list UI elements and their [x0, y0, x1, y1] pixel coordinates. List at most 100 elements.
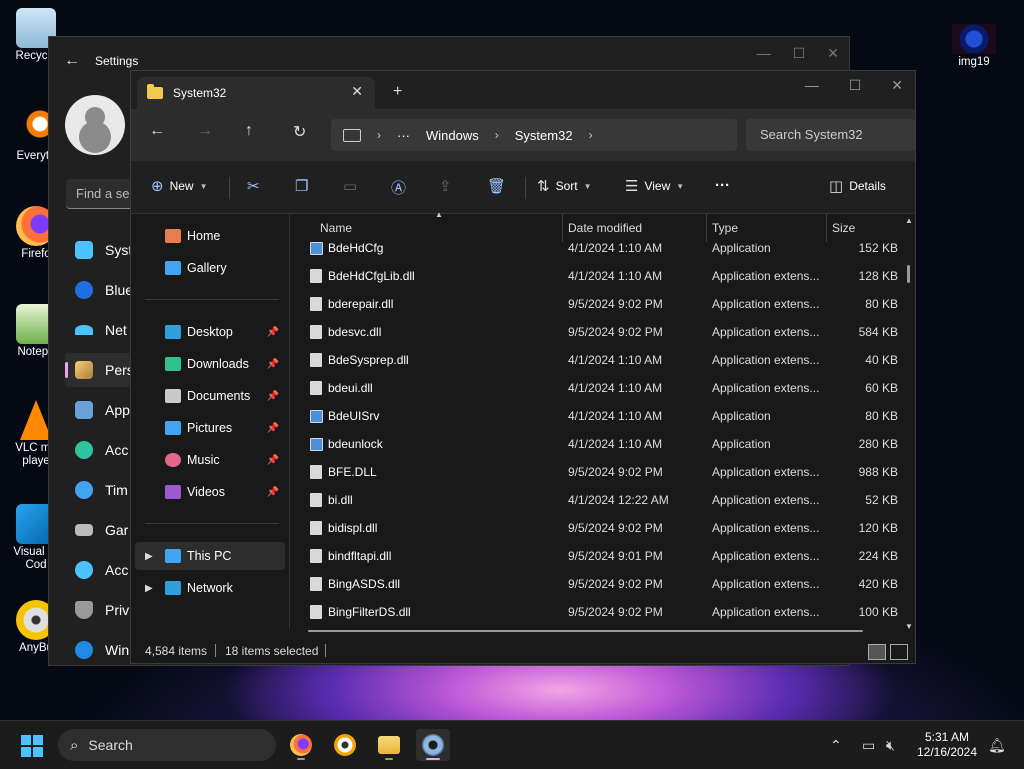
settings-nav-accessibility[interactable]: Acc [65, 553, 135, 587]
taskbar-media-app[interactable] [328, 729, 362, 761]
cut-button[interactable]: ✂ [247, 177, 260, 195]
back-arrow-icon[interactable]: ← [49, 52, 95, 70]
refresh-icon[interactable]: ↻ [293, 122, 306, 142]
taskbar-settings[interactable] [416, 729, 450, 761]
up-arrow-icon[interactable]: ↑ [245, 122, 253, 140]
nav-documents[interactable]: Documents 📌 [135, 382, 285, 410]
table-row[interactable]: bdeunlock 4/1/2024 1:10 AM Application 280 … [290, 430, 900, 458]
settings-nav-personalization[interactable]: Pers [65, 353, 135, 387]
chevron-right-icon[interactable]: ▶ [145, 583, 153, 594]
column-type[interactable]: Type [712, 221, 738, 235]
notification-bell-icon[interactable]: 🔔︎ [988, 737, 1006, 754]
more-options-button[interactable]: ··· [715, 177, 730, 194]
network-status-icon[interactable]: ▭ [862, 737, 875, 754]
pin-icon[interactable]: 📌 [267, 455, 279, 466]
column-name[interactable]: Name [320, 221, 352, 235]
close-icon[interactable]: ✕ [891, 77, 903, 94]
taskbar-file-explorer[interactable] [372, 729, 406, 761]
breadcrumb-system32[interactable]: System32 [515, 128, 573, 143]
pin-icon[interactable]: 📌 [267, 487, 279, 498]
scrollbar-thumb[interactable] [907, 265, 910, 283]
speaker-muted-icon[interactable]: 🔇︎ [886, 737, 895, 754]
horizontal-scrollbar[interactable] [308, 630, 863, 632]
taskbar-firefox[interactable] [284, 729, 318, 761]
paste-button[interactable]: ▭ [343, 177, 357, 195]
details-view-icon[interactable] [868, 644, 886, 660]
delete-button[interactable]: 🗑 [487, 177, 506, 195]
settings-nav-accounts[interactable]: Acc [65, 433, 135, 467]
nav-gallery[interactable]: Gallery [135, 254, 285, 282]
details-pane-button[interactable]: ◫ Details [829, 177, 886, 195]
copy-button[interactable]: ❐ [295, 177, 308, 195]
nav-desktop[interactable]: Desktop 📌 [135, 318, 285, 346]
table-row[interactable]: BingFilterDS.dll 9/5/2024 9:02 PM Applicat… [290, 598, 900, 626]
settings-nav-privacy[interactable]: Priv [65, 593, 135, 627]
table-row[interactable]: BdeUISrv 4/1/2024 1:10 AM Application 80 KB [290, 402, 900, 430]
table-row[interactable]: bidispl.dll 9/5/2024 9:02 PM Application e… [290, 514, 900, 542]
back-arrow-icon[interactable]: ← [149, 122, 165, 140]
table-row[interactable]: BdeHdCfg 4/1/2024 1:10 AM Application 152 K… [290, 234, 900, 262]
table-row[interactable]: bdesvc.dll 9/5/2024 9:02 PM Application ex… [290, 318, 900, 346]
table-row[interactable]: bindfltapi.dll 9/5/2024 9:01 PM Applicatio… [290, 542, 900, 570]
chevron-right-icon[interactable]: ▶ [145, 551, 153, 562]
settings-nav-bluetooth[interactable]: Blue [65, 273, 135, 307]
settings-nav-time[interactable]: Tim [65, 473, 135, 507]
pin-icon[interactable]: 📌 [267, 359, 279, 370]
system-clock[interactable]: 5:31 AM 12/16/2024 [912, 730, 982, 760]
chevron-right-icon[interactable]: › [495, 128, 499, 142]
settings-nav-network[interactable]: Net [65, 313, 135, 347]
table-row[interactable]: bi.dll 4/1/2024 12:22 AM Application exten… [290, 486, 900, 514]
breadcrumb-windows[interactable]: Windows [426, 128, 479, 143]
rename-button[interactable]: Ⓐ [391, 177, 406, 198]
table-row[interactable]: BingASDS.dll 9/5/2024 9:02 PM Application … [290, 570, 900, 598]
address-bar[interactable]: › ··· Windows › System32 › [331, 119, 737, 151]
nav-videos[interactable]: Videos 📌 [135, 478, 285, 506]
minimize-icon[interactable]: — [757, 45, 771, 62]
settings-nav-windows-update[interactable]: Win [65, 633, 135, 667]
pin-icon[interactable]: 📌 [267, 423, 279, 434]
user-avatar[interactable] [65, 95, 125, 155]
settings-nav-system[interactable]: Syst [65, 233, 135, 267]
overflow-dots-icon[interactable]: ··· [397, 128, 410, 143]
sort-button[interactable]: ⇅ Sort ▼ [537, 177, 592, 195]
table-row[interactable]: BdeHdCfgLib.dll 4/1/2024 1:10 AM Applicati… [290, 262, 900, 290]
share-button[interactable]: ⇪ [439, 177, 452, 195]
chevron-right-icon[interactable]: › [589, 128, 593, 142]
view-button[interactable]: ☰ View ▼ [625, 177, 684, 195]
chevron-up-icon[interactable]: ⌃ [830, 737, 842, 754]
taskbar-search-box[interactable]: ⌕ Search [58, 729, 276, 761]
new-tab-plus-icon[interactable]: + [393, 83, 402, 101]
tiles-view-icon[interactable] [890, 644, 908, 660]
search-input[interactable]: Search System32 [746, 119, 915, 151]
chevron-right-icon[interactable]: › [377, 128, 381, 142]
nav-this-pc[interactable]: ▶ This PC [135, 542, 285, 570]
table-row[interactable]: BFE.DLL 9/5/2024 9:02 PM Application exten… [290, 458, 900, 486]
table-row[interactable]: bdeui.dll 4/1/2024 1:10 AM Application ext… [290, 374, 900, 402]
settings-nav-gaming[interactable]: Gar [65, 513, 135, 547]
column-size[interactable]: Size [832, 221, 855, 235]
pin-icon[interactable]: 📌 [267, 327, 279, 338]
vertical-scrollbar[interactable]: ▲ ▼ [904, 214, 914, 631]
maximize-icon[interactable]: ☐ [849, 77, 862, 94]
settings-search-input[interactable]: Find a se [66, 179, 136, 209]
nav-downloads[interactable]: Downloads 📌 [135, 350, 285, 378]
windows-start-icon[interactable] [21, 735, 43, 757]
nav-home[interactable]: Home [135, 222, 285, 250]
close-tab-icon[interactable]: ✕ [351, 83, 363, 100]
scroll-down-icon[interactable]: ▼ [905, 622, 913, 631]
scroll-up-icon[interactable]: ▲ [905, 216, 913, 225]
new-button[interactable]: ⊕ New ▼ [151, 177, 208, 195]
minimize-icon[interactable]: — [805, 77, 819, 94]
settings-nav-apps[interactable]: App [65, 393, 135, 427]
close-icon[interactable]: ✕ [827, 45, 839, 62]
nav-music[interactable]: Music 📌 [135, 446, 285, 474]
nav-network[interactable]: ▶ Network [135, 574, 285, 602]
pin-icon[interactable]: 📌 [267, 391, 279, 402]
column-date-modified[interactable]: Date modified [568, 221, 642, 235]
table-row[interactable]: bderepair.dll 9/5/2024 9:02 PM Application… [290, 290, 900, 318]
desktop-icon-img19[interactable]: img19 [942, 24, 1006, 69]
tab-system32[interactable]: System32 ✕ [137, 77, 375, 109]
table-row[interactable]: BdeSysprep.dll 4/1/2024 1:10 AM Applicatio… [290, 346, 900, 374]
forward-arrow-icon[interactable]: → [197, 122, 213, 140]
nav-pictures[interactable]: Pictures 📌 [135, 414, 285, 442]
